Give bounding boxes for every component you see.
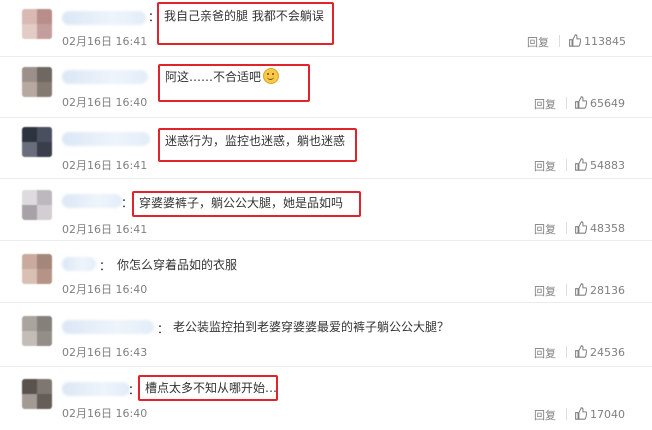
like-button[interactable]: 113845 <box>568 34 626 48</box>
comment-text: 你怎么穿着品如的衣服 <box>117 258 238 272</box>
timestamp: 02月16日 16:43 <box>62 346 148 359</box>
like-count: 113845 <box>584 35 626 48</box>
username-redacted[interactable] <box>62 257 96 271</box>
divider <box>566 346 567 358</box>
reply-button[interactable]: 回复 <box>534 407 556 423</box>
thumbs-up-icon <box>575 158 588 171</box>
reply-button[interactable]: 回复 <box>534 158 556 174</box>
reply-button[interactable]: 回复 <box>534 96 556 112</box>
divider <box>559 35 560 47</box>
reply-button[interactable]: 回复 <box>527 34 549 50</box>
avatar[interactable] <box>22 127 52 157</box>
highlight-box <box>158 128 357 162</box>
timestamp: 02月16日 16:41 <box>62 35 148 48</box>
thumbs-up-icon <box>575 221 588 234</box>
thumbs-up-icon <box>575 96 588 109</box>
username-redacted[interactable] <box>62 11 146 25</box>
comment-list: ： 我自己亲爸的腿 我都不会躺误 02月16日 16:41 回复 113845 … <box>0 0 652 430</box>
avatar[interactable] <box>22 254 52 284</box>
thumbs-up-icon <box>575 407 588 420</box>
divider <box>566 97 567 109</box>
reply-button[interactable]: 回复 <box>534 283 556 299</box>
comment-text: 老公装监控拍到老婆穿婆婆最爱的裤子躺公公大腿？ <box>173 320 450 334</box>
comment-row: ： 老公装监控拍到老婆穿婆婆最爱的裤子躺公公大腿？ 02月16日 16:43 回… <box>0 302 652 367</box>
highlight-box <box>132 191 361 217</box>
avatar[interactable] <box>22 9 52 39</box>
like-count: 48358 <box>590 222 625 235</box>
reply-button[interactable]: 回复 <box>534 345 556 361</box>
timestamp: 02月16日 16:40 <box>62 96 148 109</box>
like-count: 28136 <box>590 284 625 297</box>
username-redacted[interactable] <box>62 382 130 396</box>
divider <box>566 222 567 234</box>
reply-button[interactable]: 回复 <box>534 221 556 237</box>
comment-row: 迷惑行为，监控也迷惑，躺也迷惑 02月16日 16:41 回复 54883 <box>0 117 652 179</box>
timestamp: 02月16日 16:40 <box>62 407 148 420</box>
timestamp: 02月16日 16:41 <box>62 223 148 236</box>
like-button[interactable]: 65649 <box>574 96 625 110</box>
comment-row: ： 我自己亲爸的腿 我都不会躺误 02月16日 16:41 回复 113845 <box>0 0 652 57</box>
like-count: 54883 <box>590 159 625 172</box>
like-button[interactable]: 54883 <box>574 158 625 172</box>
username-redacted[interactable] <box>62 194 122 208</box>
avatar[interactable] <box>22 190 52 220</box>
thumbs-up-icon <box>569 34 582 47</box>
like-count: 17040 <box>590 408 625 421</box>
like-button[interactable]: 17040 <box>574 407 625 421</box>
comment-row: ： 槽点太多不知从哪开始… 02月16日 16:40 回复 17040 <box>0 366 652 430</box>
username-redacted[interactable] <box>62 70 148 84</box>
comment-row: ： 你怎么穿着品如的衣服 02月16日 16:40 回复 28136 <box>0 240 652 303</box>
like-count: 65649 <box>590 97 625 110</box>
comment-row: 阿这……不合适吧 02月16日 16:40 回复 65649 <box>0 56 652 118</box>
divider <box>566 408 567 420</box>
timestamp: 02月16日 16:41 <box>62 159 148 172</box>
divider <box>566 159 567 171</box>
like-button[interactable]: 28136 <box>574 283 625 297</box>
colon: ： <box>157 322 170 336</box>
like-button[interactable]: 24536 <box>574 345 625 359</box>
timestamp: 02月16日 16:40 <box>62 283 148 296</box>
divider <box>566 284 567 296</box>
highlight-box <box>157 2 334 45</box>
thumbs-up-icon <box>575 283 588 296</box>
username-redacted[interactable] <box>62 320 154 334</box>
avatar[interactable] <box>22 316 52 346</box>
comment-row: ： 穿婆婆裤子，躺公公大腿，她是品如吗 02月16日 16:41 回复 4835… <box>0 178 652 241</box>
like-button[interactable]: 48358 <box>574 221 625 235</box>
highlight-box <box>158 64 310 102</box>
highlight-box <box>138 375 278 401</box>
like-count: 24536 <box>590 346 625 359</box>
username-redacted[interactable] <box>62 132 150 146</box>
avatar[interactable] <box>22 67 52 97</box>
avatar[interactable] <box>22 379 52 409</box>
thumbs-up-icon <box>575 345 588 358</box>
colon: ： <box>99 259 112 273</box>
